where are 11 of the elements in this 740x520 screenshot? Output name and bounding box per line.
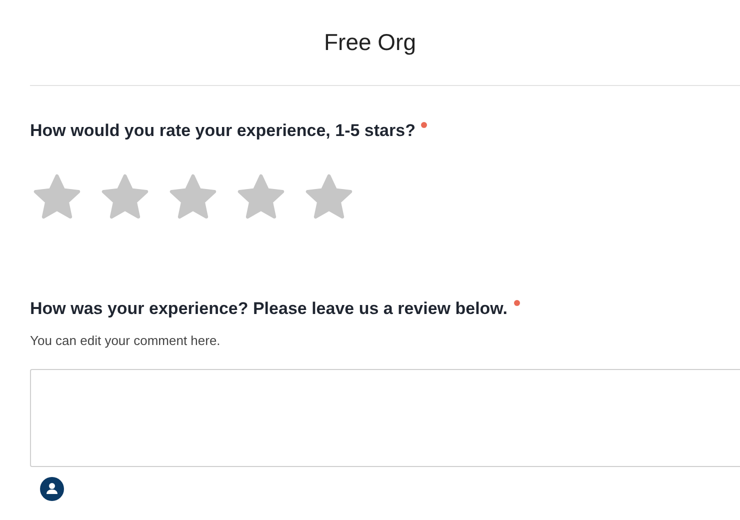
field-hint: You can edit your comment here.	[30, 332, 222, 350]
star-button[interactable]	[305, 174, 353, 220]
question-label: How was your experience? Please leave us a review below.	[30, 296, 740, 321]
star-button[interactable]	[33, 174, 81, 220]
comment-field[interactable]	[30, 368, 740, 466]
page-title: Free Org	[324, 28, 416, 58]
avatar-icon	[40, 476, 64, 500]
question-label: How would you rate your experience, 1-5 stars?	[30, 118, 740, 144]
star-button[interactable]	[169, 174, 217, 220]
star-button[interactable]	[237, 174, 285, 220]
star-button[interactable]	[101, 174, 149, 220]
